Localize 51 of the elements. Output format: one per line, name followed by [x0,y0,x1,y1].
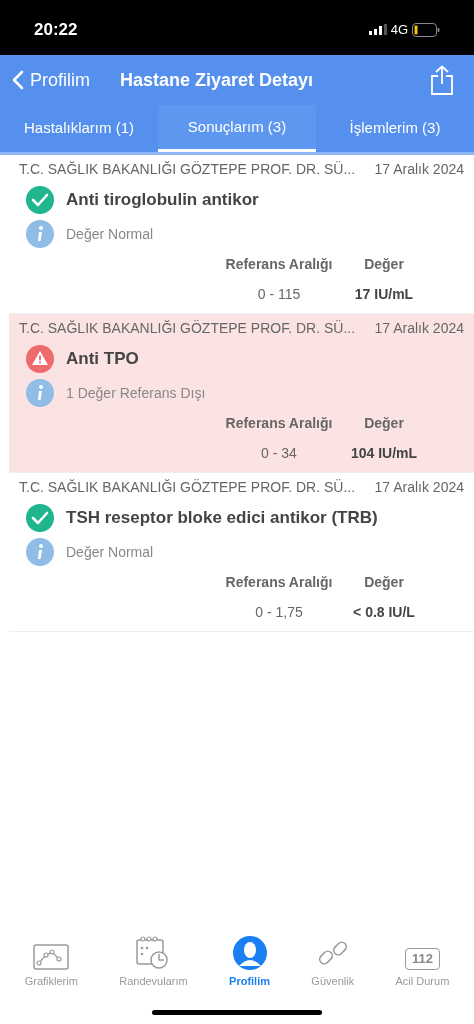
signal-icon [368,24,387,35]
bottom-tab[interactable]: Grafiklerim [24,943,78,989]
page-title: Hastane Ziyaret Detayı [120,68,314,92]
result-value: 104 IU/mL [349,444,419,463]
info-icon [26,538,54,566]
hospital-name: T.C. SAĞLIK BAKANLIĞI GÖZTEPE PROF. DR. SÜ... [19,319,356,338]
warning-icon [26,345,54,373]
emergency-number-icon: 112 [404,947,440,970]
status-time: 20:22 [34,18,78,41]
info-icon [26,220,54,248]
result-date: 17 Aralık 2024 [374,478,464,497]
share-button[interactable] [430,65,454,95]
column-header: Referans Aralığı [224,414,334,433]
share-icon [430,65,454,95]
test-name: Anti TPO [66,348,139,371]
tab[interactable]: İşlemlerim (3) [316,105,474,152]
bottom-tab[interactable]: 112 Acil Durum [395,947,450,989]
column-header: Değer [363,414,405,433]
bottom-tab[interactable]: Profilim [229,935,270,989]
result-value: 17 IU/mL [353,285,415,304]
check-icon [26,504,54,532]
hospital-name: T.C. SAĞLIK BAKANLIĞI GÖZTEPE PROF. DR. SÜ... [19,478,356,497]
bottom-tab[interactable]: Randevularım [119,935,188,989]
result-card[interactable]: T.C. SAĞLIK BAKANLIĞI GÖZTEPE PROF. DR. SÜ... 17 Aralık 2024 Anti TPO 1 Değer Referans Dışı Referans Aralığı Değer 0 - 34 104 IU/mL [9,314,474,473]
hospital-name: T.C. SAĞLIK BAKANLIĞI GÖZTEPE PROF. DR. SÜ... [19,160,356,179]
result-note: 1 Değer Referans Dışı [66,383,206,403]
column-header: Değer [363,573,405,592]
chevron-left-icon [12,70,24,90]
tab[interactable]: Sonuçlarım (3) [158,105,316,152]
back-button[interactable]: Profilim [12,66,90,94]
column-header: Değer [363,255,405,274]
info-icon [26,379,54,407]
chart-icon [33,943,70,970]
result-date: 17 Aralık 2024 [374,319,464,338]
reference-range: 0 - 1,75 [254,603,304,622]
person-icon [232,935,267,970]
result-note: Değer Normal [66,224,154,244]
test-name: TSH reseptor bloke edici antikor (TRB) [66,507,378,530]
result-note: Değer Normal [66,542,154,562]
result-value: < 0.8 IU/L [352,603,416,622]
battery-icon [412,22,440,37]
column-header: Referans Aralığı [224,573,334,592]
check-icon [26,186,54,214]
bottom-tab[interactable]: Güvenlik [311,935,355,989]
tab[interactable]: Hastalıklarım (1) [0,105,158,152]
result-date: 17 Aralık 2024 [374,160,464,179]
reference-range: 0 - 115 [256,285,302,304]
reference-range: 0 - 34 [260,444,298,463]
test-name: Anti tiroglobulin antikor [66,189,259,212]
network-label: 4G [390,20,408,39]
column-header: Referans Aralığı [224,255,334,274]
